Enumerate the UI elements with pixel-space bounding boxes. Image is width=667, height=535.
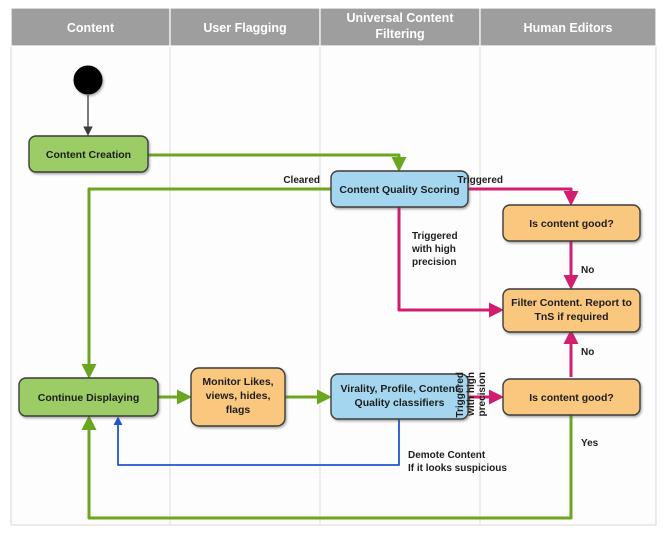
edge-label-demote-line1: Demote Content bbox=[408, 450, 486, 461]
edge-label-cleared: Cleared bbox=[283, 175, 320, 186]
edge-label-thp-rot-line3: precision bbox=[477, 372, 488, 416]
node-filter-content-label-line1: Filter Content. Report to bbox=[511, 297, 632, 309]
edge-label-triggered-high-precision: Triggered with high precision bbox=[411, 231, 458, 268]
node-content-creation[interactable]: Content Creation bbox=[28, 135, 149, 173]
lane-header-user-flagging: User Flagging bbox=[169, 7, 321, 47]
node-continue-displaying[interactable]: Continue Displaying bbox=[18, 377, 159, 417]
lane-header-human-editors: Human Editors bbox=[479, 7, 657, 47]
edge-label-thp-rot-line2: with high bbox=[466, 372, 477, 417]
edge-label-no-bottom: No bbox=[581, 347, 594, 358]
edge-label-thp-line2: with high bbox=[411, 244, 456, 255]
lane-header-ucf-label-line2: Filtering bbox=[375, 27, 424, 41]
node-is-content-good-top[interactable]: Is content good? bbox=[502, 204, 641, 242]
swimlane-flowchart-diagram: Content User Flagging Universal Content … bbox=[0, 0, 667, 535]
node-filter-content[interactable]: Filter Content. Report to TnS if require… bbox=[502, 288, 641, 333]
edge-label-triggered-high-precision-rotated: Triggered with high precision bbox=[455, 372, 488, 418]
node-filter-content-label-line2: TnS if required bbox=[534, 311, 608, 323]
edge-label-no-top: No bbox=[581, 265, 594, 276]
start-node bbox=[73, 65, 103, 95]
edge-label-thp-line1: Triggered bbox=[412, 231, 458, 242]
edge-label-thp-rot-line1: Triggered bbox=[455, 372, 466, 418]
node-is-content-good-top-label: Is content good? bbox=[529, 218, 614, 230]
lane-header-universal-content-filtering: Universal Content Filtering bbox=[319, 7, 481, 47]
node-monitor-likes-label-line3: flags bbox=[226, 404, 251, 416]
node-content-quality-scoring[interactable]: Content Quality Scoring bbox=[330, 170, 469, 208]
lane-header-human-editors-label: Human Editors bbox=[524, 21, 613, 35]
edge-label-triggered: Triggered bbox=[457, 175, 503, 186]
node-is-content-good-bottom-label: Is content good? bbox=[529, 392, 614, 404]
node-monitor-likes-label-line1: Monitor Likes, bbox=[202, 376, 273, 388]
edge-label-thp-line3: precision bbox=[412, 257, 456, 268]
lane-header-content-label: Content bbox=[67, 21, 115, 35]
edge-label-yes: Yes bbox=[581, 438, 599, 449]
node-virality-classifiers[interactable]: Virality, Profile, Content Quality class… bbox=[330, 373, 469, 420]
lane-body-area bbox=[10, 45, 657, 526]
node-content-quality-scoring-label: Content Quality Scoring bbox=[339, 184, 459, 196]
lane-header-user-flagging-label: User Flagging bbox=[203, 21, 286, 35]
node-virality-classifiers-label-line2: Quality classifiers bbox=[355, 397, 445, 409]
node-monitor-likes-label-line2: views, hides, bbox=[206, 390, 271, 402]
node-content-creation-label: Content Creation bbox=[46, 149, 131, 161]
node-continue-displaying-label: Continue Displaying bbox=[38, 392, 140, 404]
lane-header-ucf-label-line1: Universal Content bbox=[347, 11, 455, 25]
lane-header-content: Content bbox=[10, 7, 171, 47]
diagram-canvas: Content User Flagging Universal Content … bbox=[0, 0, 667, 535]
edge-label-demote-line2: If it looks suspicious bbox=[408, 463, 507, 474]
node-is-content-good-bottom[interactable]: Is content good? bbox=[502, 378, 641, 416]
node-monitor-likes[interactable]: Monitor Likes, views, hides, flags bbox=[190, 367, 286, 427]
node-virality-classifiers-label-line1: Virality, Profile, Content bbox=[340, 383, 459, 395]
